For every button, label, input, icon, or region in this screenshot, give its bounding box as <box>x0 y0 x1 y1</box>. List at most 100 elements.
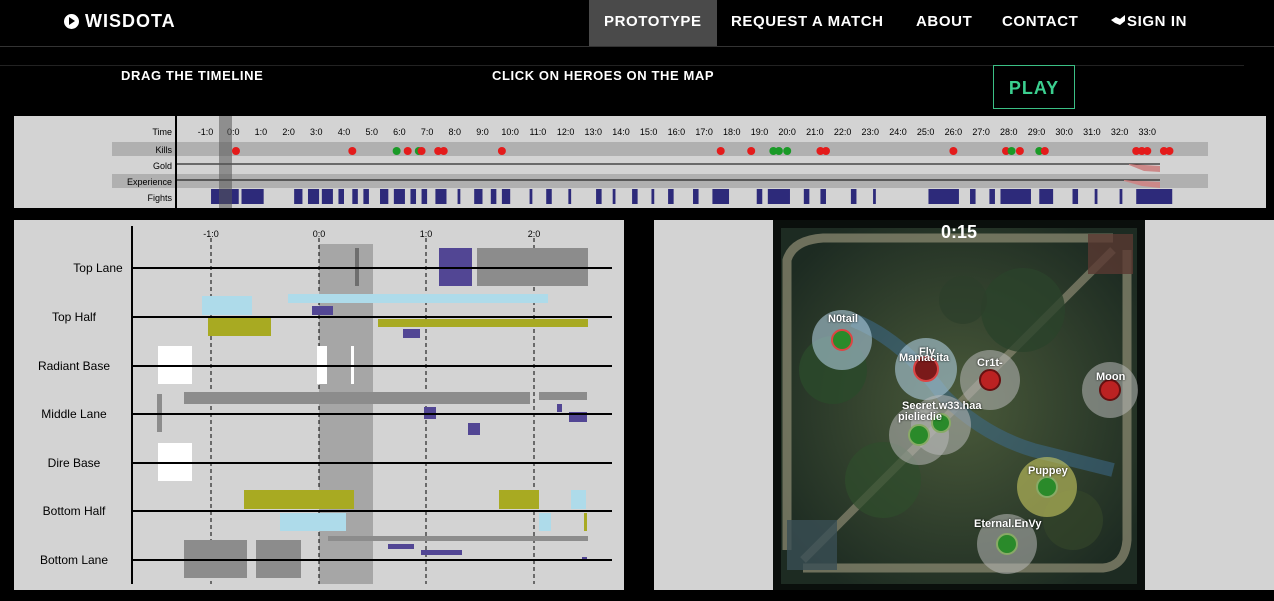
fight-bar[interactable] <box>321 189 333 204</box>
nav-sign-in[interactable]: SIGN IN <box>1096 0 1202 46</box>
fight-bar[interactable] <box>338 189 344 204</box>
fight-bar[interactable] <box>873 189 876 204</box>
lane-segment-gray <box>539 392 587 400</box>
fight-bar[interactable] <box>546 189 552 204</box>
fight-bar[interactable] <box>435 189 447 204</box>
kill-marker[interactable] <box>1040 147 1049 155</box>
fight-bar[interactable] <box>767 189 790 204</box>
fight-bar[interactable] <box>989 189 995 204</box>
fight-bar[interactable] <box>501 189 511 204</box>
fight-bar[interactable] <box>1119 189 1123 204</box>
fight-bar[interactable] <box>352 189 358 204</box>
lane-label-top-lane: Top Lane <box>73 261 123 275</box>
fight-bar[interactable] <box>612 189 616 204</box>
fight-bar[interactable] <box>1072 189 1079 204</box>
fight-bar[interactable] <box>693 189 699 204</box>
time-tick-label: 17:0 <box>695 127 713 137</box>
fight-bar[interactable] <box>596 189 602 204</box>
kill-marker[interactable] <box>949 147 958 155</box>
kill-marker[interactable] <box>403 147 412 155</box>
nav-request-a-match[interactable]: REQUEST A MATCH <box>716 0 899 46</box>
fight-bar[interactable] <box>1039 189 1054 204</box>
fight-bar[interactable] <box>803 189 810 204</box>
match-clock: 0:15 <box>940 222 978 242</box>
lane-tick-label: 0:0 <box>313 229 326 239</box>
timeline-chart[interactable]: Time Kills Gold Experience Fights -1:0 0:… <box>14 116 1266 208</box>
hero-name-pieliedie: pieliedie <box>898 411 943 423</box>
lane-tick-label: 1:0 <box>420 229 433 239</box>
fight-bar[interactable] <box>421 189 428 204</box>
kill-marker[interactable] <box>1015 147 1024 155</box>
fight-bar[interactable] <box>970 189 976 204</box>
kill-marker[interactable] <box>774 147 783 155</box>
kill-marker[interactable] <box>821 147 830 155</box>
time-tick-label: 30:0 <box>1055 127 1073 137</box>
time-tick-label: 31:0 <box>1083 127 1101 137</box>
time-tick-label: 4:0 <box>338 127 351 137</box>
fight-bar[interactable] <box>850 189 857 204</box>
kill-marker[interactable] <box>439 147 448 155</box>
fight-bar[interactable] <box>490 189 497 204</box>
fight-bar[interactable] <box>632 189 638 204</box>
time-tick-label: 10:0 <box>501 127 519 137</box>
kill-marker[interactable] <box>392 147 401 155</box>
fight-bar[interactable] <box>410 189 417 204</box>
time-axis: -1:0 0:0 1:0 2:0 3:0 4:0 5:0 6:0 7:0 8:0 9:0 10:0 11… <box>198 127 1156 137</box>
timeline-scrubber[interactable] <box>219 116 232 208</box>
lane-segment-olive <box>378 319 588 327</box>
kill-marker[interactable] <box>348 147 357 155</box>
time-tick-label: 24:0 <box>889 127 907 137</box>
nav-prototype[interactable]: PROTOTYPE <box>589 0 717 46</box>
nav-contact[interactable]: CONTACT <box>987 0 1093 46</box>
kill-marker[interactable] <box>1143 147 1152 155</box>
fight-bar[interactable] <box>1136 189 1173 204</box>
kill-marker[interactable] <box>716 147 725 155</box>
brand-logo[interactable]: WISDOTA <box>64 11 176 32</box>
fight-bar[interactable] <box>307 189 320 204</box>
fight-bar[interactable] <box>651 189 655 204</box>
kill-marker[interactable] <box>1007 147 1016 155</box>
lane-segment-purple <box>468 423 480 435</box>
game-minimap[interactable]: 0:15 N0tail Fly Mamacita Cr1t- Moon Secr… <box>773 220 1145 590</box>
hero-marker-cr1t[interactable] <box>979 369 1001 391</box>
fight-bar[interactable] <box>393 189 405 204</box>
drag-timeline-hint: DRAG THE TIMELINE <box>121 68 264 83</box>
nav-about[interactable]: ABOUT <box>901 0 987 46</box>
fight-bar[interactable] <box>1000 189 1031 204</box>
fight-bar[interactable] <box>529 189 533 204</box>
kill-marker[interactable] <box>497 147 506 155</box>
fight-bar[interactable] <box>474 189 483 204</box>
fight-bar[interactable] <box>568 189 572 204</box>
kill-marker[interactable] <box>1165 147 1174 155</box>
fight-bar[interactable] <box>756 189 763 204</box>
fight-bar[interactable] <box>928 189 959 204</box>
time-tick-label: 3:0 <box>310 127 323 137</box>
fight-bar[interactable] <box>1094 189 1098 204</box>
kill-marker[interactable] <box>231 147 240 155</box>
hero-marker-pieliedie[interactable] <box>908 424 930 446</box>
play-circle-icon <box>64 14 79 29</box>
time-tick-label: 13:0 <box>585 127 603 137</box>
time-tick-label: -1:0 <box>198 127 214 137</box>
timeline-panel[interactable]: Time Kills Gold Experience Fights -1:0 0:… <box>14 116 1266 208</box>
kill-marker[interactable] <box>747 147 756 155</box>
fight-bar[interactable] <box>712 189 730 204</box>
fight-bar[interactable] <box>380 189 389 204</box>
fight-bar[interactable] <box>294 189 303 204</box>
kill-marker[interactable] <box>783 147 792 155</box>
fight-bar[interactable] <box>820 189 826 204</box>
play-button[interactable]: PLAY <box>993 65 1075 109</box>
fight-bar[interactable] <box>457 189 461 204</box>
kill-marker[interactable] <box>417 147 426 155</box>
time-tick-label: 20:0 <box>778 127 796 137</box>
hero-name-puppey: Puppey <box>1028 465 1068 477</box>
hero-marker-eternal-envy[interactable] <box>996 533 1018 555</box>
fight-bar[interactable] <box>241 189 264 204</box>
hero-marker-puppey[interactable] <box>1036 476 1058 498</box>
hero-marker-n0tail[interactable] <box>831 329 853 351</box>
fight-bar[interactable] <box>363 189 369 204</box>
fight-bar[interactable] <box>668 189 674 204</box>
click-heroes-hint: CLICK ON HEROES ON THE MAP <box>492 68 715 83</box>
lane-segment-gray <box>184 392 530 404</box>
time-tick-label: 28:0 <box>1000 127 1018 137</box>
